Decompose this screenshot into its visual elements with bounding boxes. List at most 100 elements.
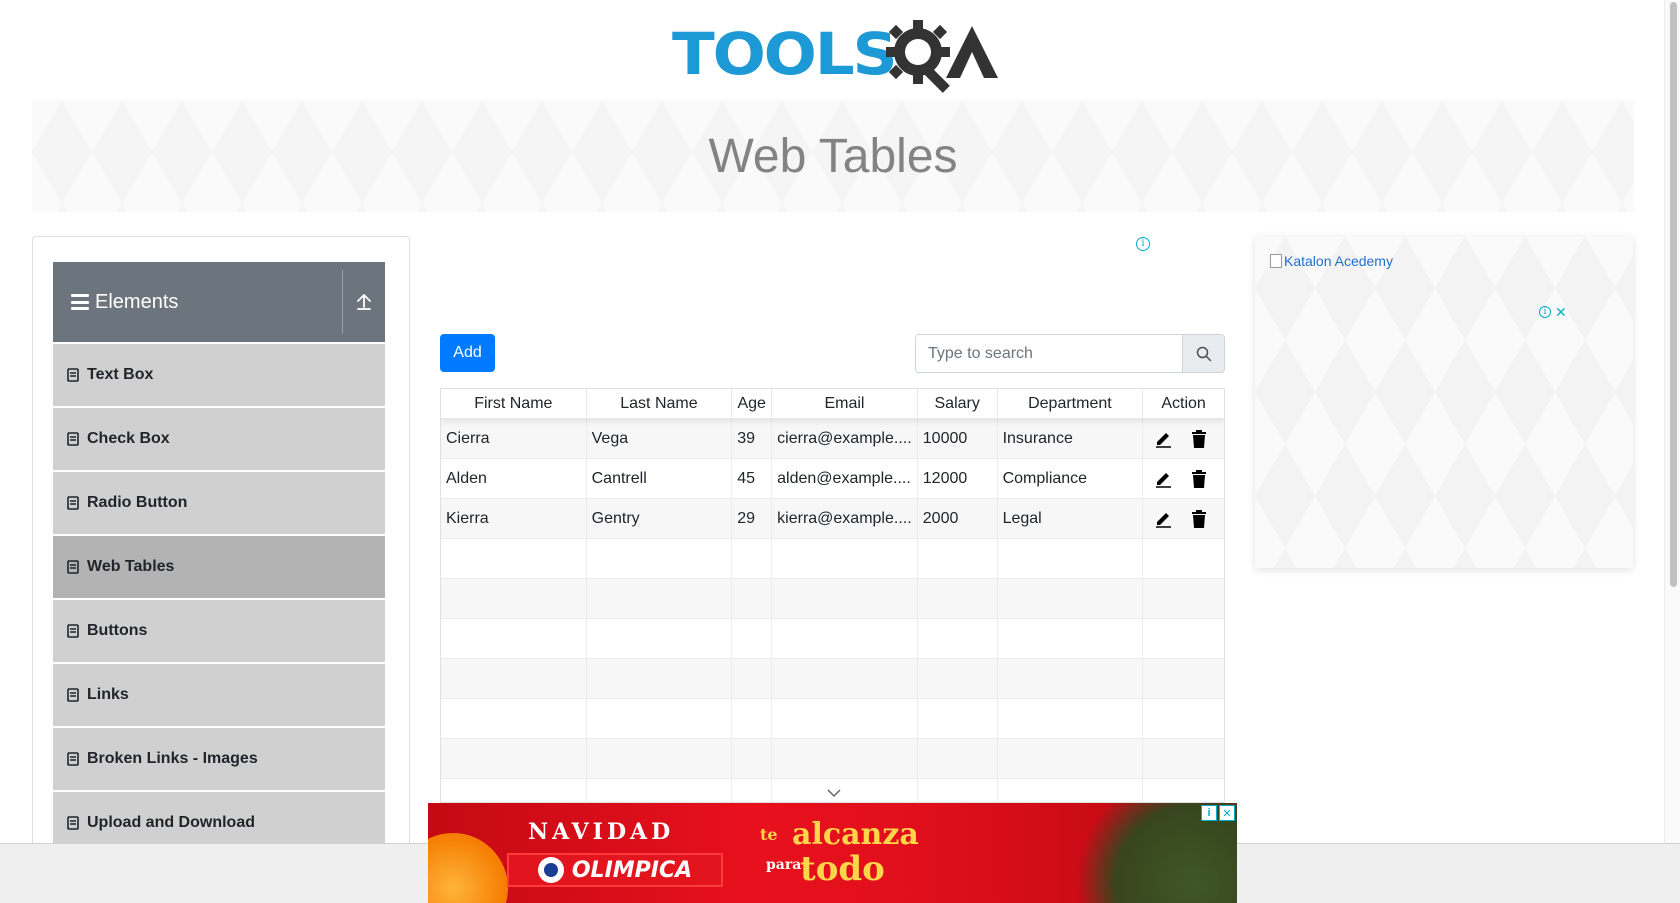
document-icon <box>67 816 79 830</box>
column-header-department[interactable]: Department <box>998 389 1144 418</box>
cell-age: 45 <box>732 459 773 498</box>
sidebar-group-header-elements[interactable]: Elements <box>53 262 385 342</box>
ad-slogan-part: te <box>760 825 778 844</box>
ad-headline: NAVIDAD <box>528 819 675 845</box>
edit-pencil-icon[interactable] <box>1152 428 1174 450</box>
web-table: First Name Last Name Age Email Salary De… <box>440 388 1225 803</box>
toolsqa-logo[interactable]: TOOLS <box>672 16 998 93</box>
table-row: Alden Cantrell 45 alden@example.... 1200… <box>441 459 1224 499</box>
broken-image-icon <box>1270 254 1282 268</box>
cell-department: Compliance <box>998 459 1144 498</box>
close-icon[interactable]: ✕ <box>1555 305 1567 319</box>
column-header-age[interactable]: Age <box>732 389 773 418</box>
ad-info-icon[interactable]: i <box>1539 306 1551 318</box>
page-title: Web Tables <box>708 129 958 183</box>
sidebar-item-buttons[interactable]: Buttons <box>53 600 385 662</box>
cell-email: alden@example.... <box>772 459 918 498</box>
document-icon <box>67 432 79 446</box>
document-icon <box>67 560 79 574</box>
sidebar-item-label: Check Box <box>87 430 170 447</box>
sidebar-item-links[interactable]: Links <box>53 664 385 726</box>
chevron-down-icon[interactable] <box>826 788 842 798</box>
sidebar-item-label: Text Box <box>87 366 154 383</box>
sidebar-item-label: Links <box>87 686 129 703</box>
sidebar-item-radio-button[interactable]: Radio Button <box>53 472 385 534</box>
search-input[interactable] <box>916 335 1182 372</box>
ad-brand-name: OLIMPICA <box>571 857 693 883</box>
table-row: Cierra Vega 39 cierra@example.... 10000 … <box>441 419 1224 459</box>
ad-slogan-part: alcanza <box>792 817 919 852</box>
cell-age: 29 <box>732 499 773 538</box>
ad-brand: OLIMPICA <box>507 853 723 887</box>
document-icon <box>67 368 79 382</box>
cell-action <box>1143 499 1224 538</box>
sidebar-item-label: Web Tables <box>87 558 175 575</box>
logo-text: TOOLS <box>672 19 898 88</box>
cell-first-name: Alden <box>441 459 587 498</box>
document-icon <box>67 496 79 510</box>
sidebar-item-label: Broken Links - Images <box>87 750 258 767</box>
delete-trash-icon[interactable] <box>1188 468 1210 490</box>
cell-action <box>1143 459 1224 498</box>
cell-first-name: Cierra <box>441 419 587 458</box>
sidebar-menu: Text Box Check Box Radio Button Web Tabl… <box>53 344 385 855</box>
bottom-banner-ad[interactable]: NAVIDAD OLIMPICA te alcanza para todo i … <box>428 803 1237 903</box>
table-row-empty <box>441 619 1224 659</box>
ad-info-icon[interactable]: i <box>1201 805 1217 821</box>
column-header-email[interactable]: Email <box>772 389 918 418</box>
search-icon <box>1196 346 1211 361</box>
ad-slogan-part: todo <box>800 849 885 889</box>
sidebar-item-broken-links-images[interactable]: Broken Links - Images <box>53 728 385 790</box>
cell-email: kierra@example.... <box>772 499 918 538</box>
search-button[interactable] <box>1182 335 1224 372</box>
olimpica-logo-icon <box>537 857 564 883</box>
delete-trash-icon[interactable] <box>1188 428 1210 450</box>
right-ad-panel[interactable]: Katalon Acedemy i ✕ <box>1255 236 1633 568</box>
scrollbar-thumb[interactable] <box>1670 2 1677 587</box>
sidebar-group-title: Elements <box>95 290 179 313</box>
cell-salary: 10000 <box>918 419 998 458</box>
column-header-action[interactable]: Action <box>1143 389 1224 418</box>
edit-pencil-icon[interactable] <box>1152 508 1174 530</box>
sidebar-item-label: Buttons <box>87 622 148 639</box>
table-row-empty <box>441 699 1224 739</box>
table-header-row: First Name Last Name Age Email Salary De… <box>441 389 1224 419</box>
ad-controls: i ✕ <box>1201 805 1235 821</box>
delete-trash-icon[interactable] <box>1188 508 1210 530</box>
ad-controls: i ✕ <box>1539 305 1567 319</box>
sidebar: Elements Text Box Check Box Radio Button… <box>32 236 410 856</box>
ad-info-icon[interactable]: i <box>1136 237 1150 251</box>
table-row-empty <box>441 579 1224 619</box>
ad-slogan-part: para <box>766 857 802 873</box>
hamburger-icon <box>71 294 89 310</box>
document-icon <box>67 752 79 766</box>
page-scrollbar[interactable] <box>1664 0 1680 843</box>
document-icon <box>67 688 79 702</box>
sidebar-item-label: Radio Button <box>87 494 188 511</box>
collapse-arrow-icon[interactable] <box>343 262 385 342</box>
search-box <box>915 334 1225 373</box>
cell-email: cierra@example.... <box>772 419 918 458</box>
column-header-last-name[interactable]: Last Name <box>587 389 733 418</box>
column-header-salary[interactable]: Salary <box>918 389 998 418</box>
cell-action <box>1143 419 1224 458</box>
cell-salary: 12000 <box>918 459 998 498</box>
document-icon <box>67 624 79 638</box>
column-header-first-name[interactable]: First Name <box>441 389 587 418</box>
cell-first-name: Kierra <box>441 499 587 538</box>
sidebar-item-text-box[interactable]: Text Box <box>53 344 385 406</box>
logo-letter-a <box>946 26 998 78</box>
table-row-empty <box>441 539 1224 579</box>
table-row-empty <box>441 659 1224 699</box>
cell-department: Insurance <box>998 419 1144 458</box>
page-banner: Web Tables <box>32 100 1634 212</box>
sidebar-item-check-box[interactable]: Check Box <box>53 408 385 470</box>
close-icon[interactable]: ✕ <box>1219 805 1235 821</box>
edit-pencil-icon[interactable] <box>1152 468 1174 490</box>
cell-last-name: Vega <box>587 419 733 458</box>
add-button[interactable]: Add <box>440 334 495 372</box>
cell-department: Legal <box>998 499 1144 538</box>
ad-image-alt[interactable]: Katalon Acedemy <box>1270 253 1393 269</box>
cell-last-name: Cantrell <box>587 459 733 498</box>
sidebar-item-web-tables[interactable]: Web Tables <box>53 536 385 598</box>
